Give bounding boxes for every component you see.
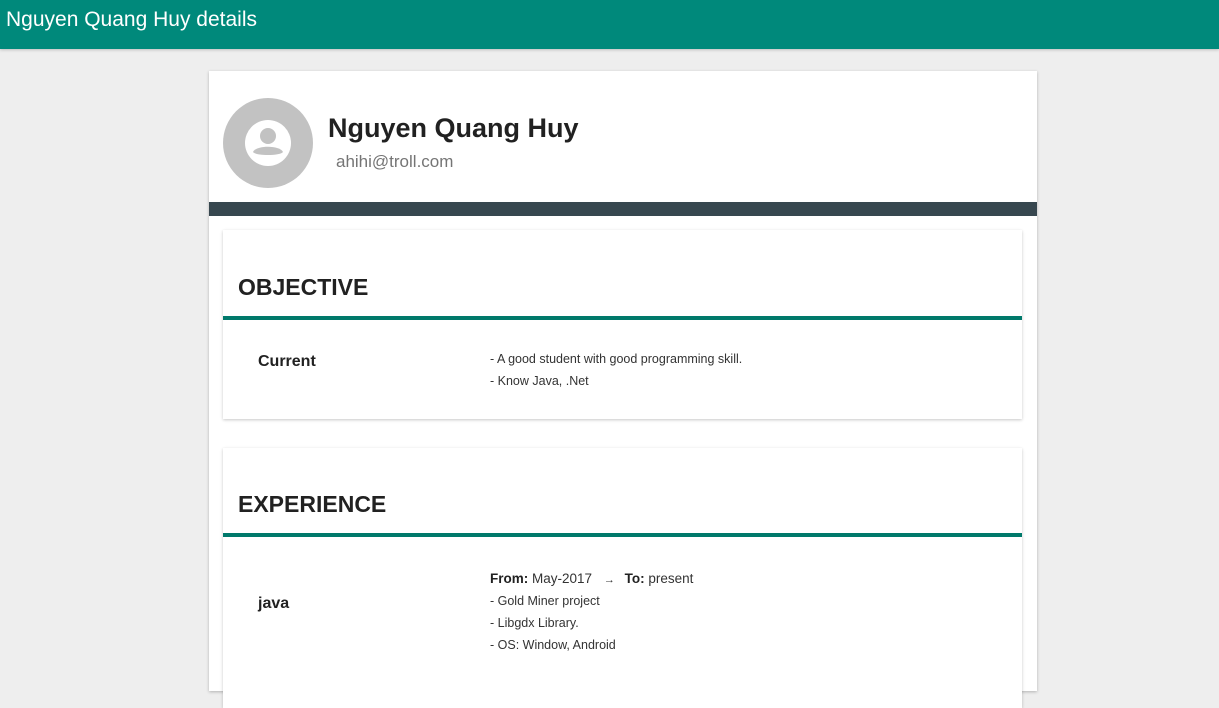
from-label: From: <box>490 571 529 586</box>
experience-title: EXPERIENCE <box>238 491 387 517</box>
profile-name: Nguyen Quang Huy <box>328 113 579 143</box>
experience-line: - OS: Window, Android <box>490 638 616 652</box>
header-divider <box>209 202 1037 216</box>
experience-line: - Gold Miner project <box>490 594 600 608</box>
objective-line: - A good student with good programming s… <box>490 352 743 366</box>
page-title: Nguyen Quang Huy details <box>6 8 257 31</box>
objective-rule <box>223 316 1022 320</box>
arrow-right-icon: → <box>603 574 615 586</box>
experience-rule <box>223 533 1022 537</box>
to-value: present <box>648 571 694 586</box>
objective-section: OBJECTIVE Current - A good student with … <box>223 230 1022 419</box>
avatar <box>223 98 313 188</box>
experience-line: - Libgdx Library. <box>490 616 579 630</box>
profile-card: Nguyen Quang Huy ahihi@troll.com OBJECTI… <box>209 71 1037 708</box>
experience-dates: From: May-2017 → To: present <box>490 571 693 588</box>
profile-email: ahihi@troll.com <box>336 152 454 171</box>
to-label: To: <box>624 571 645 586</box>
objective-line: - Know Java, .Net <box>490 374 589 388</box>
objective-title: OBJECTIVE <box>238 274 369 300</box>
objective-label: Current <box>258 353 316 370</box>
app-bar: Nguyen Quang Huy details <box>0 0 1219 49</box>
account-circle-icon <box>245 120 291 166</box>
from-value: May-2017 <box>532 571 593 586</box>
experience-section: EXPERIENCE java From: May-2017 → To: pre… <box>223 448 1022 708</box>
experience-label: java <box>258 595 290 612</box>
